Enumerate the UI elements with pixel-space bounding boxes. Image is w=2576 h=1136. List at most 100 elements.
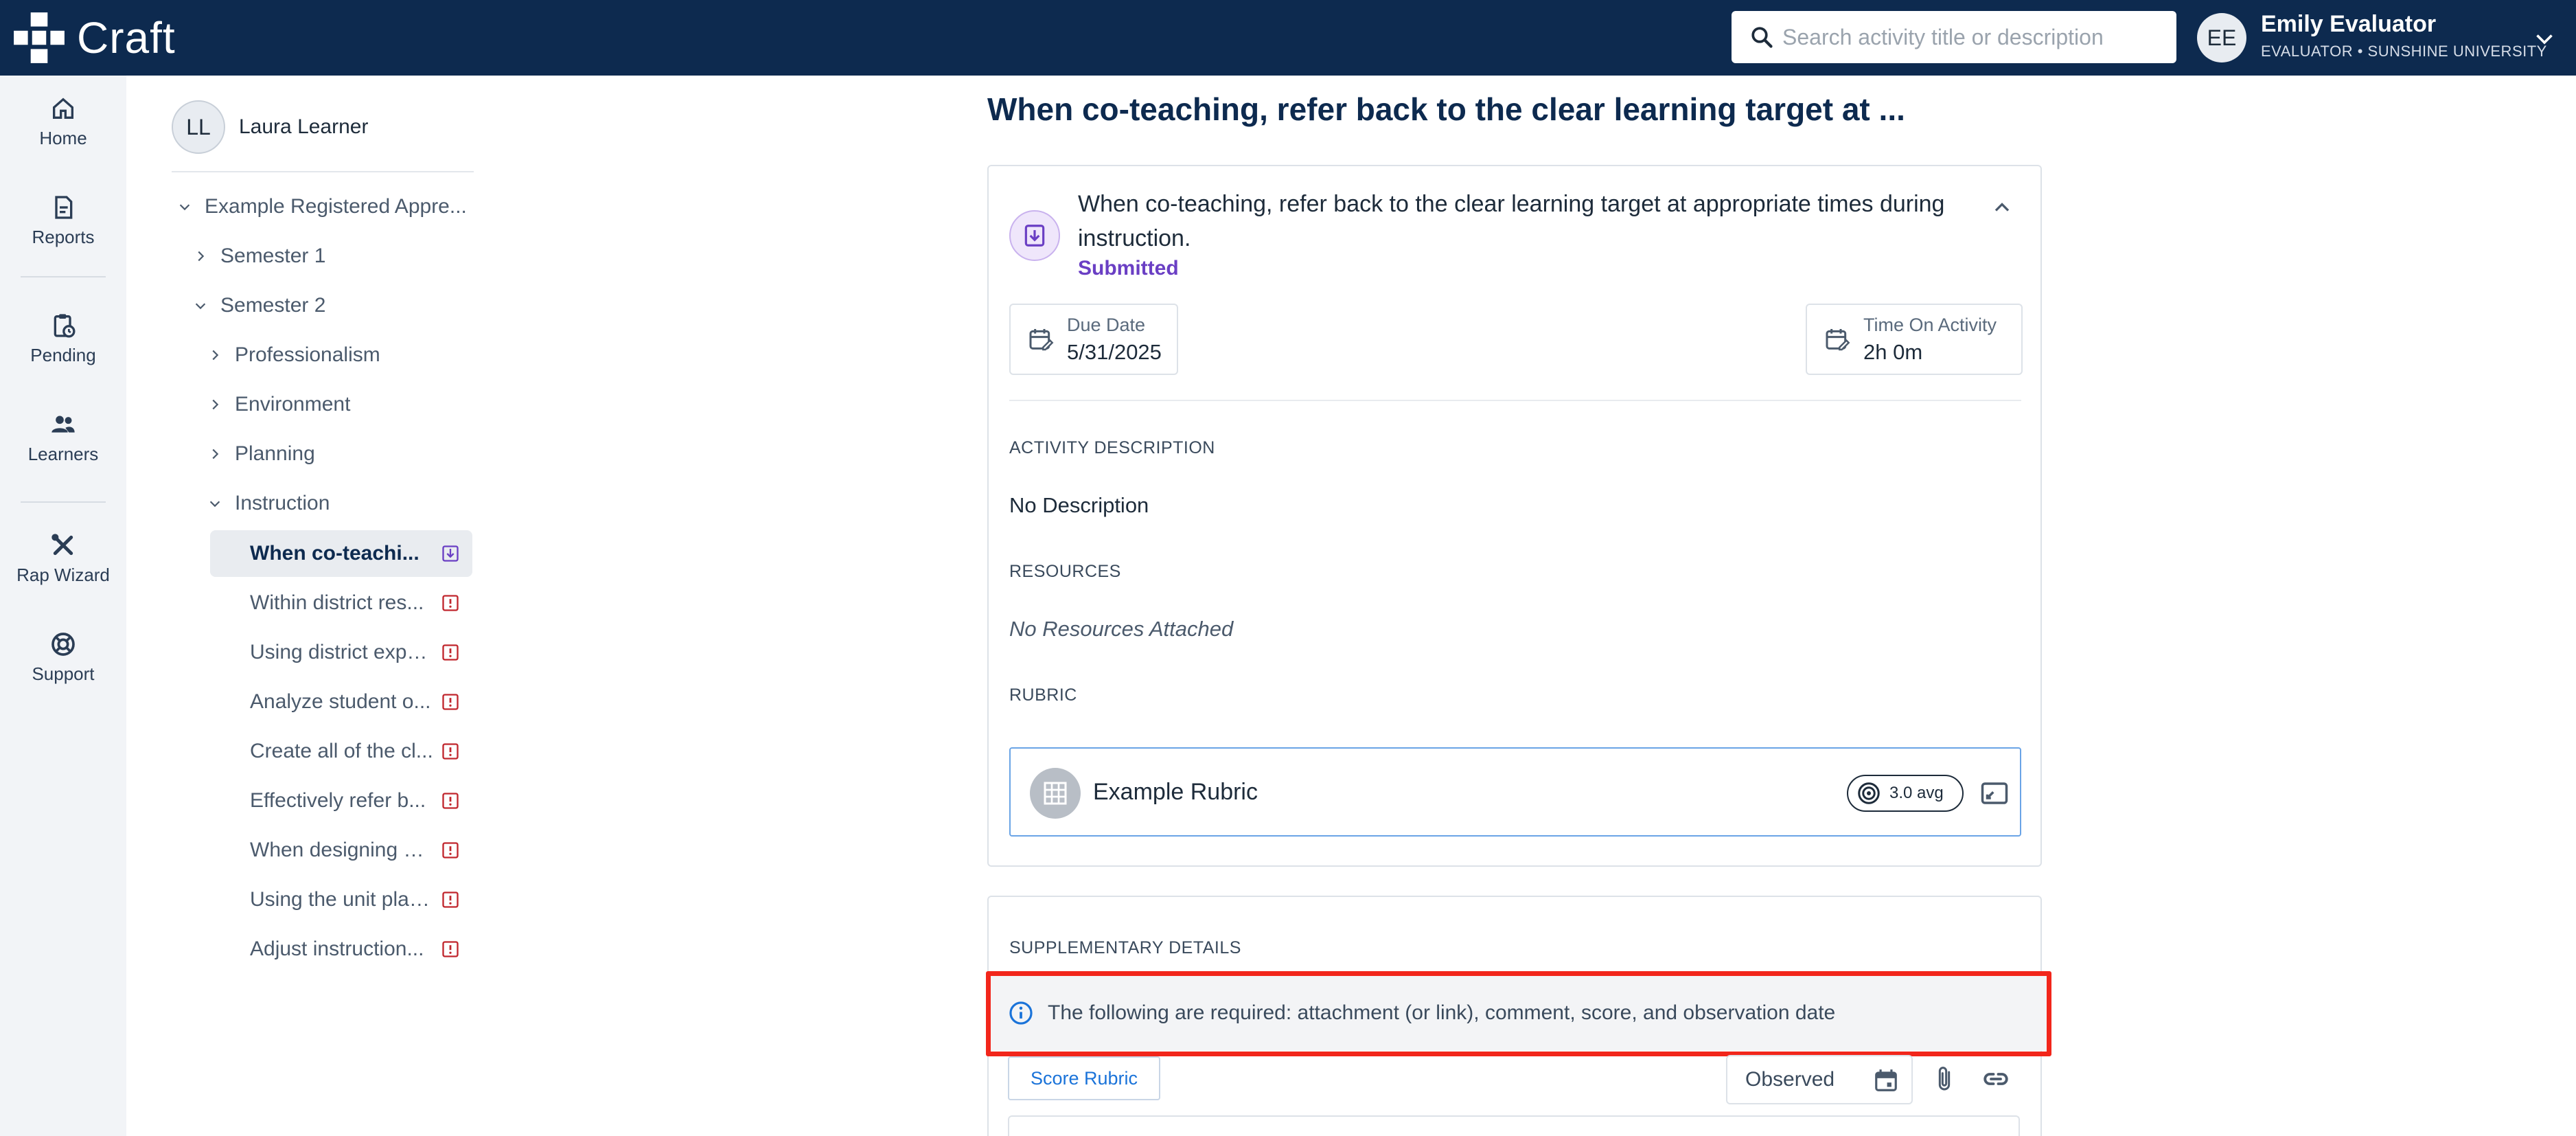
- tree-activity-label: When designing a ...: [250, 839, 435, 861]
- alert-icon: [442, 694, 459, 710]
- tree-activity-item[interactable]: Effectively refer b...: [210, 777, 472, 824]
- rubric-name: Example Rubric: [1093, 779, 1258, 805]
- description-value: No Description: [1009, 493, 1149, 517]
- chevron-right-icon[interactable]: [193, 249, 208, 264]
- observed-date-field[interactable]: Observed: [1726, 1055, 1913, 1104]
- tree-activity-label: Adjust instruction...: [250, 938, 424, 960]
- user-avatar[interactable]: EE: [2197, 13, 2246, 63]
- learner-name: Laura Learner: [239, 115, 369, 138]
- tree-activity-item[interactable]: When designing a ...: [210, 827, 472, 874]
- required-notice: The following are required: attachment (…: [989, 975, 2047, 1051]
- user-name[interactable]: Emily Evaluator: [2261, 11, 2436, 38]
- supplementary-label: SUPPLEMENTARY DETAILS: [1009, 938, 1241, 957]
- tree-program-label: Example Registered Appre...: [205, 195, 467, 218]
- time-on-activity-value: 2h 0m: [1863, 339, 1923, 364]
- rail-divider: [21, 501, 106, 503]
- chevron-down-icon[interactable]: [177, 199, 192, 214]
- tree-semester-2-label: Semester 2: [220, 294, 326, 317]
- nav-pending-label: Pending: [30, 345, 96, 365]
- tree-divider: [172, 171, 474, 172]
- chevron-down-icon[interactable]: [207, 496, 222, 511]
- submitted-icon: [1024, 225, 1045, 247]
- info-icon: [1009, 1001, 1033, 1025]
- tree-activity-item[interactable]: Adjust instruction...: [210, 926, 472, 973]
- nav-support[interactable]: Support: [0, 631, 126, 685]
- search-icon: [1751, 27, 1773, 48]
- time-on-activity: Time On Activity 2h 0m: [1806, 304, 2023, 375]
- tree-activity-item[interactable]: Within district res...: [210, 580, 472, 626]
- grid-icon-glyph: [1044, 782, 1067, 805]
- tree-semester-1[interactable]: Semester 1: [193, 236, 325, 276]
- craft-logo[interactable]: Craft: [11, 10, 176, 66]
- tree-activity-label: Using the unit plan...: [250, 888, 435, 911]
- tree-category-instruction[interactable]: Instruction: [207, 484, 330, 523]
- rubric-avg-badge: 3.0 avg: [1847, 775, 1964, 812]
- tree-activity-item[interactable]: Analyze student o...: [210, 679, 472, 725]
- nav-rap-wizard[interactable]: Rap Wizard: [0, 532, 126, 586]
- nav-reports[interactable]: Reports: [0, 194, 126, 248]
- activity-title: When co-teaching, refer back to the clea…: [1078, 191, 1945, 251]
- alert-icon: [442, 891, 459, 908]
- rail-divider: [21, 276, 106, 277]
- search-box[interactable]: [1732, 11, 2176, 63]
- tree-activity-item[interactable]: When co-teachi...: [210, 530, 472, 577]
- chevron-right-icon[interactable]: [207, 348, 222, 363]
- tree-activity-label: Analyze student o...: [250, 690, 431, 713]
- activity-status-badge: [1009, 210, 1060, 261]
- tree-semester-2[interactable]: Semester 2: [193, 286, 325, 326]
- chevron-up-icon[interactable]: [1990, 195, 2014, 220]
- tree-category-professionalism[interactable]: Professionalism: [207, 335, 380, 375]
- tree-category-label: Professionalism: [235, 343, 380, 366]
- calendar-icon[interactable]: [1873, 1067, 1899, 1093]
- tree-category-label: Environment: [235, 393, 351, 416]
- chevron-down-icon[interactable]: [2532, 26, 2557, 51]
- alert-icon: [442, 842, 459, 859]
- chevron-right-icon[interactable]: [207, 446, 222, 462]
- due-date-value: 5/31/2025: [1067, 339, 1162, 364]
- tree-program[interactable]: Example Registered Appre...: [177, 187, 467, 227]
- tree-activity-item[interactable]: Using district expe...: [210, 629, 472, 676]
- description-label: ACTIVITY DESCRIPTION: [1009, 438, 1215, 457]
- nav-learners[interactable]: Learners: [0, 411, 126, 465]
- tree-activity-item[interactable]: Create all of the cl...: [210, 728, 472, 775]
- link-icon[interactable]: [1981, 1065, 2010, 1093]
- tree-activity-label: Within district res...: [250, 591, 424, 614]
- learner-avatar: LL: [172, 100, 225, 154]
- nav-home-label: Home: [39, 128, 87, 148]
- score-rubric-button[interactable]: Score Rubric: [1008, 1056, 1160, 1100]
- tree-category-label: Instruction: [235, 492, 330, 514]
- attachment-icon[interactable]: [1931, 1063, 1958, 1095]
- craft-logo-icon: [14, 12, 65, 63]
- due-date-label: Due Date: [1067, 314, 1146, 335]
- tree-category-label: Planning: [235, 442, 315, 465]
- nav-support-label: Support: [32, 663, 95, 684]
- nav-pending[interactable]: Pending: [0, 312, 126, 366]
- support-icon: [51, 633, 75, 656]
- chevron-down-icon[interactable]: [193, 298, 208, 313]
- tree-category-environment[interactable]: Environment: [207, 385, 350, 424]
- calendar-edit-icon: [1029, 329, 1054, 351]
- rubric-card[interactable]: Example Rubric 3.0 avg: [1009, 747, 2021, 837]
- nav-rap-wizard-label: Rap Wizard: [16, 565, 110, 585]
- tree-semester-1-label: Semester 1: [220, 245, 326, 267]
- target-icon: [1858, 782, 1880, 804]
- time-on-activity-label: Time On Activity: [1863, 314, 1997, 335]
- tree-activity-label: Effectively refer b...: [250, 789, 426, 812]
- card-divider: [1009, 400, 2021, 401]
- alert-icon: [442, 595, 459, 611]
- logo-text: Craft: [77, 13, 176, 63]
- rubric-label: RUBRIC: [1009, 685, 1077, 705]
- expand-icon[interactable]: [1980, 779, 2009, 808]
- learner-header: LL Laura Learner: [172, 100, 368, 154]
- nav-reports-label: Reports: [32, 227, 95, 247]
- tree-activity-item[interactable]: Using the unit plan...: [210, 876, 472, 923]
- chevron-right-icon[interactable]: [207, 397, 222, 412]
- left-nav-rail: Home Reports Pending Learners Rap Wizard…: [0, 76, 126, 1136]
- tree-category-planning[interactable]: Planning: [207, 434, 315, 474]
- nav-home[interactable]: Home: [0, 95, 126, 149]
- reports-icon: [55, 196, 73, 219]
- activity-card: When co-teaching, refer back to the clea…: [987, 165, 2042, 867]
- tools-icon: [51, 534, 73, 556]
- search-input[interactable]: [1782, 24, 2167, 50]
- comment-field[interactable]: [1008, 1115, 2020, 1136]
